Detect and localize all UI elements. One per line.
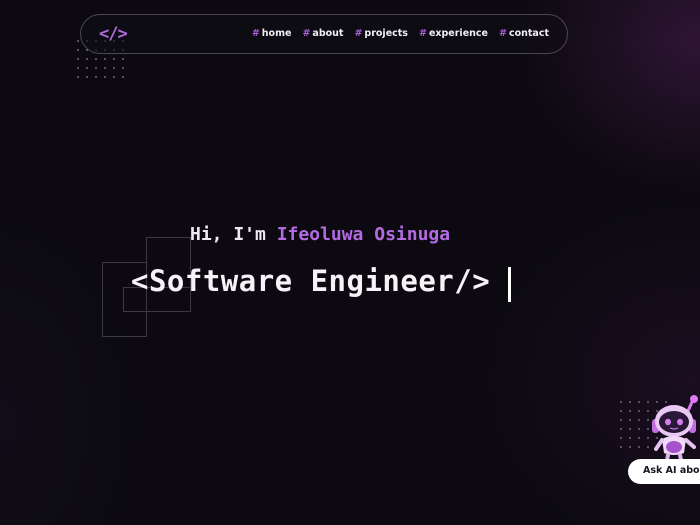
- nav-link-contact[interactable]: # contact: [499, 28, 549, 39]
- ask-ai-button[interactable]: Ask AI about: [628, 459, 700, 484]
- greeting-prefix: Hi, I'm: [190, 224, 266, 245]
- top-navbar: </> # home # about # projects # experience #…: [80, 14, 568, 54]
- hash-icon: #: [418, 28, 427, 39]
- nav-links: # home # about # projects # experience # cont…: [252, 28, 549, 39]
- nav-link-home[interactable]: # home: [252, 28, 292, 39]
- nav-link-label: about: [312, 28, 344, 39]
- typing-cursor: [508, 267, 511, 302]
- hero-role: <Software Engineer/>: [131, 264, 491, 298]
- nav-link-label: projects: [364, 28, 408, 39]
- nav-link-label: home: [261, 28, 292, 39]
- nav-link-experience[interactable]: # experience: [419, 28, 488, 39]
- nav-link-label: experience: [428, 28, 488, 39]
- hash-icon: #: [302, 28, 311, 39]
- hash-icon: #: [498, 28, 507, 39]
- nav-link-about[interactable]: # about: [302, 28, 343, 39]
- code-logo-icon[interactable]: </>: [99, 24, 128, 44]
- nav-link-label: contact: [508, 28, 549, 39]
- nav-link-projects[interactable]: # projects: [354, 28, 408, 39]
- hash-icon: #: [354, 28, 363, 39]
- hash-icon: #: [251, 28, 260, 39]
- hero-greeting: Hi, I'm Ifeoluwa Osinuga: [190, 224, 450, 245]
- hero-name: Ifeoluwa Osinuga: [276, 224, 451, 245]
